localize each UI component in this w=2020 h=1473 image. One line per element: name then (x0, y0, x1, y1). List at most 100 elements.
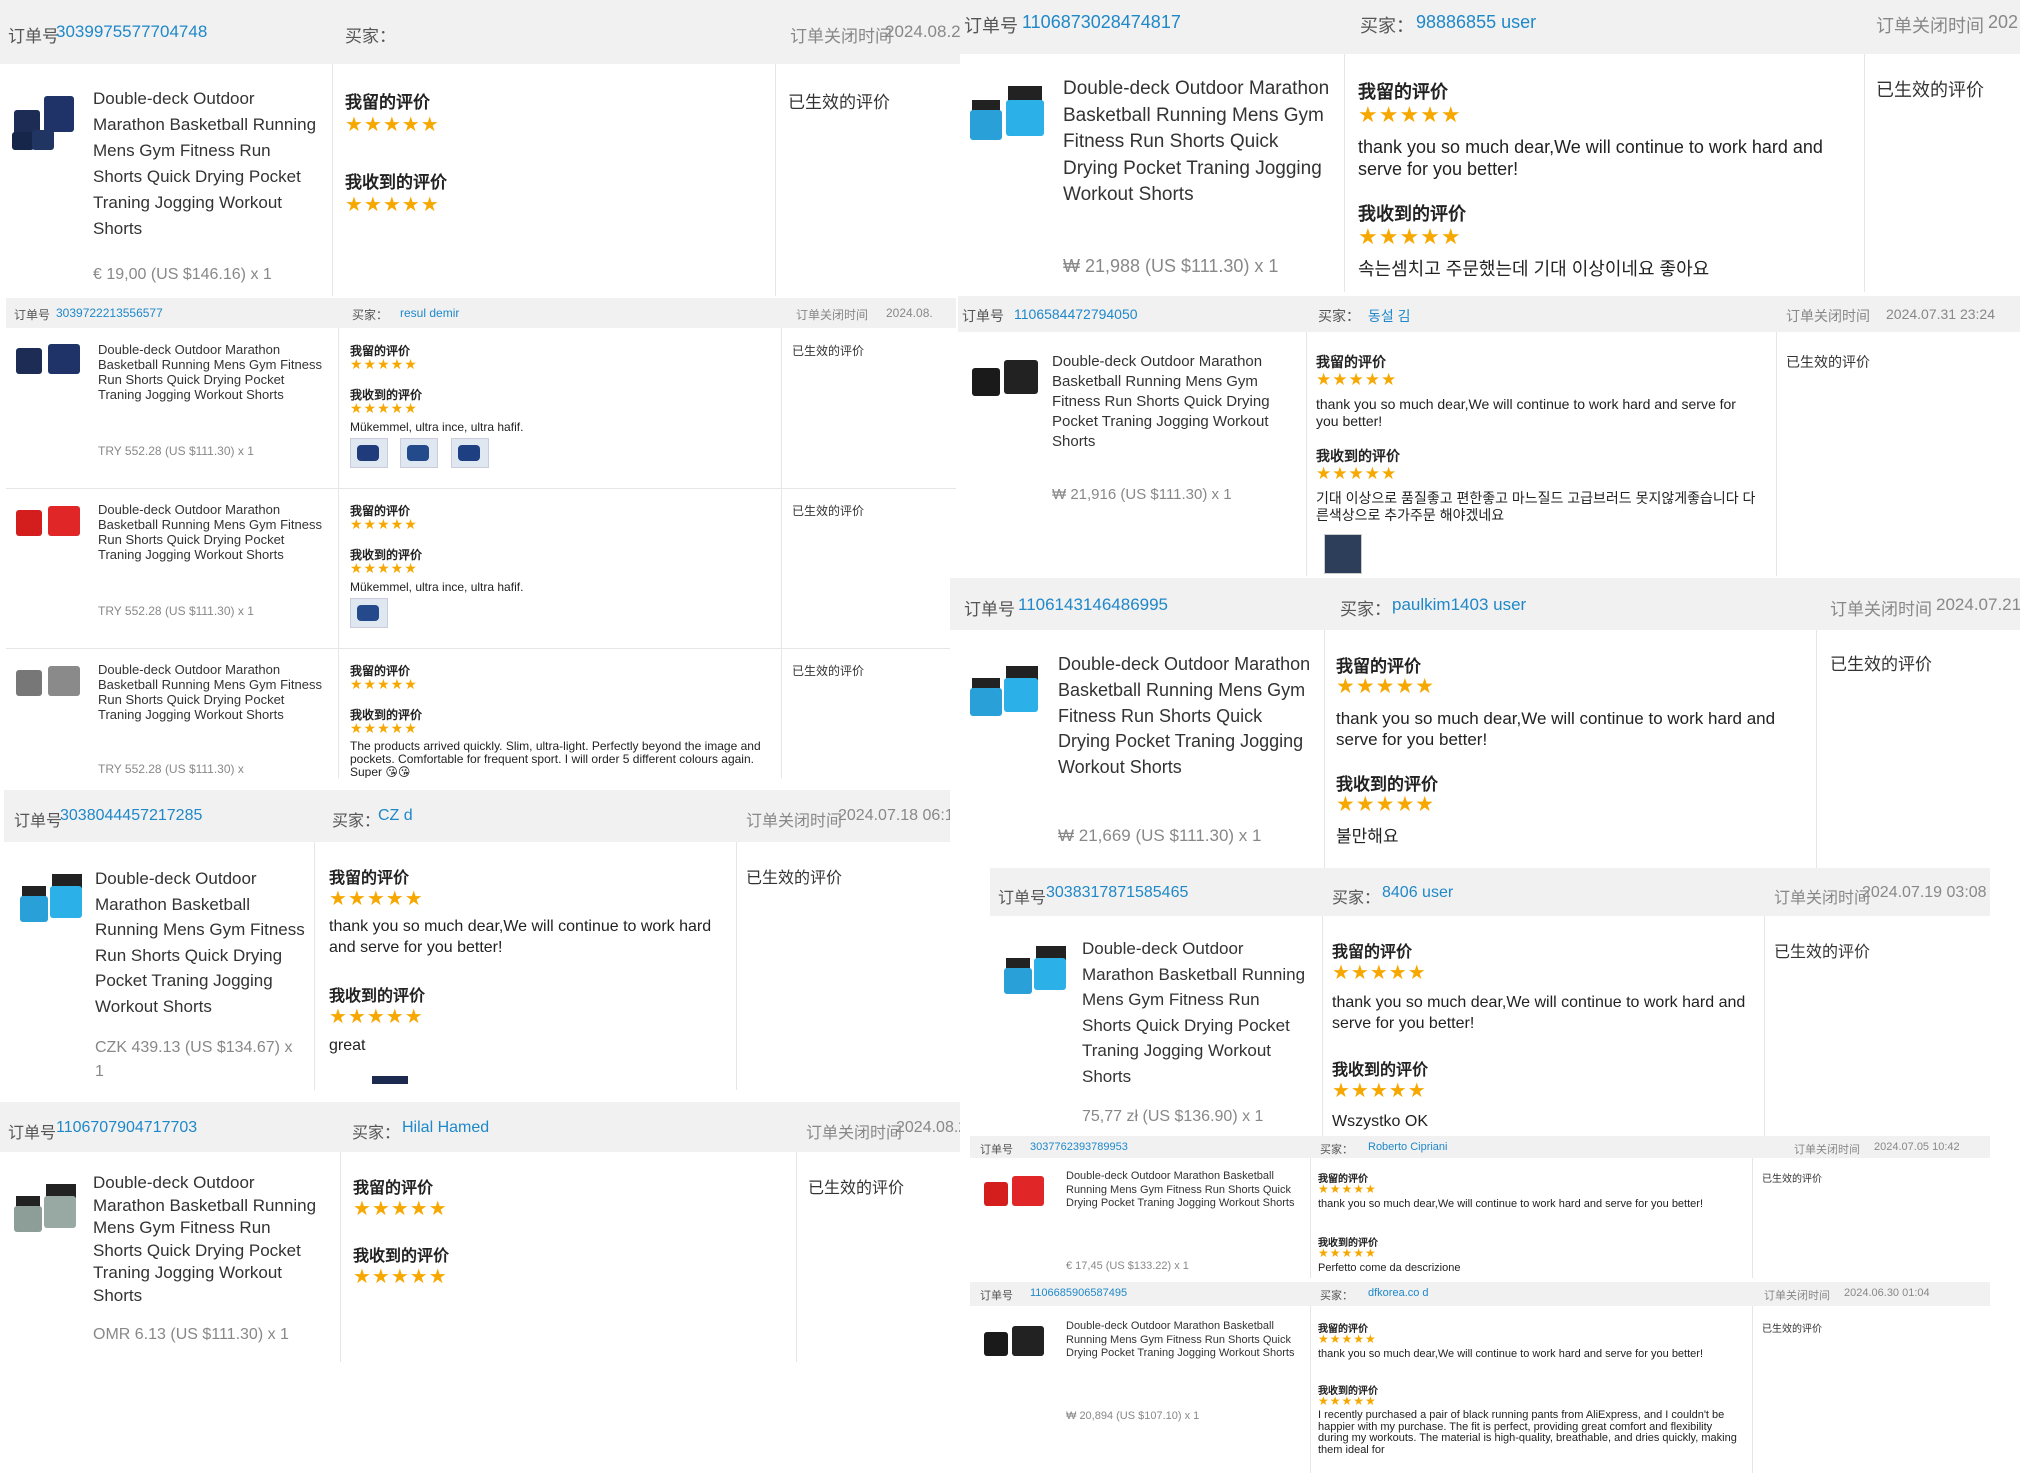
effective-review-link[interactable]: 已生效的评价 (1830, 650, 1932, 675)
buyer-name-link[interactable]: 98886855 user (1416, 12, 1536, 33)
product-title[interactable]: Double-deck Outdoor Marathon Basketball … (1082, 936, 1312, 1089)
item-price: ₩ 20,894 (US $107.10) x 1 (1066, 1410, 1200, 1422)
effective-review-link[interactable]: 已生效的评价 (1762, 1170, 1822, 1185)
buyer-name-link[interactable]: CZ d (378, 807, 413, 825)
review-photo[interactable] (350, 438, 388, 468)
product-thumbnail[interactable] (966, 662, 1040, 724)
review-photo[interactable] (350, 598, 388, 628)
received-review-heading: 我收到的评价 (353, 1248, 450, 1265)
product-thumbnail[interactable] (1000, 944, 1068, 1002)
received-review-stars: ★★★★★ (1358, 224, 1462, 249)
order-id-link[interactable]: 1106584472794050 (1014, 306, 1138, 322)
order-id-link[interactable]: 1106707904717703 (56, 1119, 197, 1137)
buyer-label: 买家： (332, 813, 381, 830)
order-id-link[interactable]: 1106143146486995 (1018, 595, 1168, 615)
close-time-label: 订单关闭时间 (1764, 1290, 1830, 1302)
order-id-link[interactable]: 1106873028474817 (1022, 12, 1181, 33)
effective-review-link[interactable]: 已生效的评价 (792, 342, 864, 359)
item-price: 75,77 zł (US $136.90) x 1 (1082, 1108, 1264, 1125)
buyer-label: 买家： (352, 308, 389, 322)
buyer-name-link[interactable]: dfkorea.co d (1368, 1287, 1429, 1299)
close-time-label: 订单关闭时间 (806, 1125, 903, 1142)
effective-review-link[interactable]: 已生效的评价 (792, 502, 864, 519)
order-header: 订单号 1106584472794050 买家： 동설 김 订单关闭时间 202… (958, 296, 2020, 332)
review-text: 불만해요 (1336, 827, 1399, 846)
buyer-name-link[interactable]: 동설 김 (1368, 306, 1411, 326)
effective-review-link[interactable]: 已生效的评价 (1762, 1320, 1822, 1335)
order-card: 订单号 1106584472794050 买家： 동설 김 订单关闭时间 202… (958, 296, 2020, 576)
close-time: 2024.08.26 (885, 22, 960, 41)
order-id-link[interactable]: 3039722213556577 (56, 306, 163, 320)
close-time-label: 订单关闭时间 (1830, 600, 1932, 619)
seller-reply: thank you so much dear,We will continue … (1318, 1198, 1703, 1210)
order-card: 订单号 3039722213556577 买家： resul demir 订单关… (6, 298, 956, 778)
review-photo[interactable] (450, 438, 489, 468)
product-title[interactable]: Double-deck Outdoor Marathon Basketball … (1052, 352, 1292, 452)
review-photo[interactable] (372, 1076, 408, 1084)
product-thumbnail[interactable] (14, 662, 84, 702)
effective-review-link[interactable]: 已生效的评价 (1876, 76, 1984, 102)
effective-review-link[interactable]: 已生效的评价 (746, 864, 842, 888)
buyer-name-link[interactable]: resul demir (400, 306, 459, 320)
product-thumbnail[interactable] (968, 356, 1042, 406)
product-title[interactable]: Double-deck Outdoor Marathon Basketball … (95, 866, 310, 1019)
buyer-name-link[interactable]: 8406 user (1382, 884, 1453, 902)
order-card: 订单号 1106685906587495 买家： dfkorea.co d 订单… (970, 1282, 1990, 1473)
my-review-stars: ★★★★★ (329, 888, 424, 910)
seller-reply: thank you so much dear,We will continue … (1358, 137, 1823, 179)
order-id-link[interactable]: 3038044457217285 (60, 807, 202, 825)
review-text: Wszystko OK (1332, 1113, 1429, 1130)
product-thumbnail[interactable] (10, 92, 76, 156)
effective-review-link[interactable]: 已生效的评价 (1786, 352, 1870, 372)
review-text: The products arrived quickly. Slim, ultr… (350, 739, 761, 779)
product-title[interactable]: Double-deck Outdoor Marathon Basketball … (98, 662, 323, 722)
review-text: I recently purchased a pair of black run… (1318, 1409, 1737, 1456)
product-thumbnail[interactable] (964, 82, 1046, 148)
effective-review-link[interactable]: 已生效的评价 (788, 88, 890, 113)
product-title[interactable]: Double-deck Outdoor Marathon Basketball … (1066, 1320, 1296, 1361)
product-title[interactable]: Double-deck Outdoor Marathon Basketball … (1066, 1170, 1296, 1211)
close-time: 2024.07.05 10:42 (1874, 1141, 1960, 1153)
order-id-link[interactable]: 3038317871585465 (1046, 884, 1188, 902)
effective-review-link[interactable]: 已生效的评价 (1774, 938, 1870, 962)
buyer-label: 买家： (345, 27, 396, 46)
order-id-link[interactable]: 3037762393789953 (1030, 1141, 1128, 1153)
order-id-link[interactable]: 1106685906587495 (1030, 1287, 1127, 1299)
order-label: 订单号 (980, 1290, 1013, 1302)
buyer-name-link[interactable]: paulkim1403 user (1392, 595, 1526, 615)
order-id-link[interactable]: 3039975577704748 (56, 22, 207, 42)
order-card: 订单号 1106143146486995 买家： paulkim1403 use… (950, 578, 2020, 868)
close-time: 2024.07.31 23:24 (1886, 306, 1995, 322)
product-title[interactable]: Double-deck Outdoor Marathon Basketball … (1063, 76, 1333, 209)
review-text: Mükemmel, ultra ince, ultra hafif. (350, 580, 524, 594)
product-title[interactable]: Double-deck Outdoor Marathon Basketball … (98, 502, 323, 562)
buyer-name-link[interactable]: Roberto Cipriani (1368, 1141, 1447, 1153)
item-price: OMR 6.13 (US $111.30) x 1 (93, 1326, 289, 1343)
buyer-label: 买家： (1318, 308, 1360, 324)
product-thumbnail[interactable] (14, 340, 84, 380)
product-title[interactable]: Double-deck Outdoor Marathon Basketball … (93, 1172, 323, 1307)
product-title[interactable]: Double-deck Outdoor Marathon Basketball … (98, 342, 323, 402)
order-header: 订单号 1106873028474817 买家： 98886855 user 订… (960, 0, 2020, 54)
product-thumbnail[interactable] (10, 1182, 78, 1240)
product-thumbnail[interactable] (14, 502, 84, 542)
seller-reply: thank you so much dear,We will continue … (1318, 1348, 1703, 1360)
my-review-stars: ★★★★★ (350, 676, 418, 692)
review-photo[interactable] (400, 438, 439, 468)
order-header: 订单号 3037762393789953 买家： Roberto Ciprian… (970, 1136, 1990, 1158)
order-label: 订单号 (980, 1144, 1013, 1156)
buyer-label: 买家： (1320, 1144, 1353, 1156)
received-review-stars: ★★★★★ (1316, 464, 1398, 483)
effective-review-link[interactable]: 已生效的评价 (808, 1174, 904, 1198)
buyer-name-link[interactable]: Hilal Hamed (402, 1119, 489, 1137)
item-price: € 17,45 (US $133.22) x 1 (1066, 1260, 1189, 1272)
close-time-label: 订单关闭时间 (1794, 1144, 1860, 1156)
product-title[interactable]: Double-deck Outdoor Marathon Basketball … (1058, 652, 1318, 781)
product-thumbnail[interactable] (982, 1172, 1046, 1212)
product-title[interactable]: Double-deck Outdoor Marathon Basketball … (93, 86, 318, 242)
effective-review-link[interactable]: 已生效的评价 (792, 662, 864, 679)
review-photo[interactable] (1324, 534, 1362, 574)
product-thumbnail[interactable] (982, 1322, 1046, 1362)
product-thumbnail[interactable] (16, 872, 84, 930)
close-time: 2024.08.2 (896, 1119, 960, 1136)
